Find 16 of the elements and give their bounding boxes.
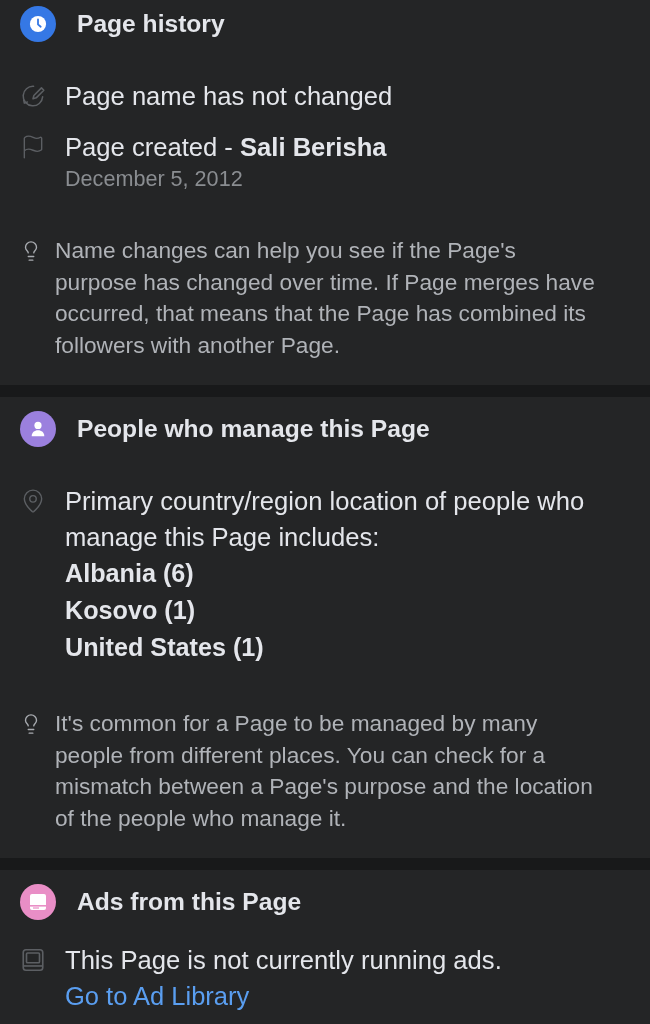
ad-library-link[interactable]: Go to Ad Library xyxy=(65,978,250,1015)
tip-text: Name changes can help you see if the Page's purpose has changed over time. If Page merges have occurred, that means that the Page has combined its followers with another Page. xyxy=(55,236,595,360)
country-count: Albania (6) xyxy=(65,558,195,589)
info-text: Page name has not changed xyxy=(65,81,393,112)
monitor-icon xyxy=(20,947,46,973)
country-count: Kosovo (1) xyxy=(65,595,197,626)
section-title: Ads from this Page xyxy=(77,887,302,917)
date-text: December 5, 2012 xyxy=(65,165,244,193)
tip-text: It's common for a Page to be managed by many people from different places. You can check for a mismatch between a Page's purpose and the location of the people who manage it. xyxy=(55,709,594,833)
info-text: This Page is not currently running ads. xyxy=(65,945,502,976)
country-count: United States (1) xyxy=(65,632,265,663)
edit-circle-icon xyxy=(20,83,46,109)
section-title: People who manage this Page xyxy=(77,414,430,444)
info-text: Page created - Sali Berisha xyxy=(65,132,387,163)
info-text: Primary country/region location of people who manage this Page includes: xyxy=(65,486,586,553)
section-title: Page history xyxy=(77,9,225,39)
